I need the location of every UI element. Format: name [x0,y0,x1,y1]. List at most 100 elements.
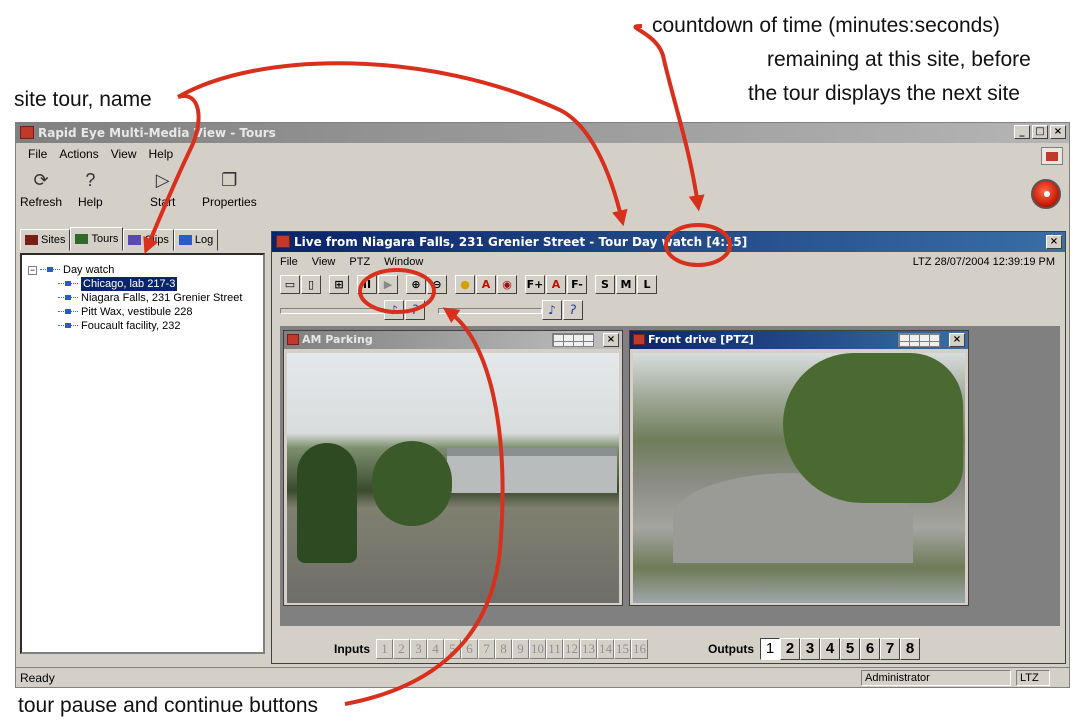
talk-icon[interactable]: ʔ [563,300,583,320]
alarm-off-icon[interactable]: A [546,275,566,294]
play-outline-icon: ▷ [155,170,170,190]
input-button[interactable]: 10 [529,639,546,659]
tree-site-node[interactable]: Niagara Falls, 231 Grenier Street [28,291,257,305]
input-button[interactable]: 3 [410,639,427,659]
live-menu-view[interactable]: View [312,254,336,270]
main-titlebar: Rapid Eye Multi-Media View - Tours _ □ × [16,123,1069,143]
frame-rate-down-button[interactable]: F- [567,275,587,294]
tree-root-label[interactable]: Day watch [63,263,114,277]
live-menu-file[interactable]: File [280,254,298,270]
input-button[interactable]: 12 [563,639,580,659]
alarm-siren-icon[interactable] [1031,179,1061,209]
input-button[interactable]: 7 [478,639,495,659]
input-button[interactable]: 14 [597,639,614,659]
annotation-countdown-3: the tour displays the next site [748,82,1020,105]
camera-toolbar-icon[interactable] [1041,147,1063,165]
collapse-icon[interactable]: − [28,265,37,275]
close-button[interactable]: × [1050,125,1066,139]
camera-pane[interactable]: AM Parking × [283,330,623,606]
main-menubar: File Actions View Help [16,144,173,164]
microphone-volume-slider[interactable] [438,308,542,314]
record-icon[interactable]: ● [455,275,475,294]
tour-continue-button[interactable]: ▶ [378,275,398,294]
tab-log[interactable]: Log [173,229,219,251]
zoom-in-icon[interactable]: ⊕ [406,275,426,294]
single-layout-icon[interactable]: ▭ [280,275,300,294]
left-tabs: Sites Tours Clips Log [20,227,265,251]
tab-tours[interactable]: Tours [70,227,124,251]
camera-pane-titlebar: Front drive [PTZ] × [630,331,968,349]
speaker-volume-slider[interactable] [280,308,384,314]
size-large-button[interactable]: L [637,275,657,294]
properties-button[interactable]: ❐ Properties [202,169,257,209]
annotation-pause-continue: tour pause and continue buttons [18,694,319,717]
size-small-button[interactable]: S [595,275,615,294]
input-button[interactable]: 6 [461,639,478,659]
output-button[interactable]: 7 [880,638,900,660]
tree-site-label[interactable]: Pitt Wax, vestibule 228 [81,305,192,319]
tab-clips[interactable]: Clips [123,229,174,251]
tour-pause-button[interactable]: II [357,275,377,294]
tree-site-label[interactable]: Foucault facility, 232 [81,319,180,333]
tree-site-label[interactable]: Chicago, lab 217-3 [81,277,178,291]
record-alarm-icon[interactable]: A [476,275,496,294]
layout-grid-icon[interactable] [552,333,594,347]
menu-view[interactable]: View [111,144,137,164]
annotation-site-tour: site tour, name [14,88,152,111]
tree-site-node[interactable]: Pitt Wax, vestibule 228 [28,305,257,319]
frame-rate-up-button[interactable]: F+ [525,275,545,294]
input-button[interactable]: 8 [495,639,512,659]
input-button[interactable]: 16 [631,639,648,659]
minimize-button[interactable]: _ [1014,125,1030,139]
input-button[interactable]: 11 [546,639,563,659]
output-button[interactable]: 8 [900,638,920,660]
live-menubar: File View PTZ Window [280,254,423,270]
tab-sites[interactable]: Sites [20,229,71,251]
status-zone: LTZ [1016,670,1050,686]
output-button[interactable]: 4 [820,638,840,660]
listen-icon[interactable]: ʔ [405,300,425,320]
microphone-icon[interactable]: ♪ [542,300,562,320]
camera-pane[interactable]: Front drive [PTZ] × [629,330,969,606]
tree-site-label[interactable]: Niagara Falls, 231 Grenier Street [81,291,242,305]
output-button[interactable]: 3 [800,638,820,660]
size-medium-button[interactable]: M [616,275,636,294]
output-button[interactable]: 2 [780,638,800,660]
zoom-out-icon[interactable]: ⊖ [427,275,447,294]
live-menu-ptz[interactable]: PTZ [349,254,370,270]
input-button[interactable]: 2 [393,639,410,659]
dual-layout-icon[interactable]: ▯ [301,275,321,294]
input-button[interactable]: 9 [512,639,529,659]
io-bar: Inputs 1 2 3 4 5 6 7 8 9 10 11 12 13 14 15 16 Outputs 1… [272,635,1065,663]
maximize-button[interactable]: □ [1032,125,1048,139]
pane-close-button[interactable]: × [949,333,965,347]
output-button[interactable]: 1 [760,638,780,660]
help-button[interactable]: ? Help [78,169,103,209]
speaker-icon[interactable]: ♪ [384,300,404,320]
start-button[interactable]: ▷ Start [150,169,175,209]
input-button[interactable]: 5 [444,639,461,659]
tree-site-node[interactable]: Chicago, lab 217-3 [28,277,257,291]
live-close-button[interactable]: × [1046,235,1062,249]
tree-site-node[interactable]: Foucault facility, 232 [28,319,257,333]
menu-actions[interactable]: Actions [59,144,98,164]
output-button[interactable]: 5 [840,638,860,660]
refresh-button[interactable]: ⟳ Refresh [20,169,62,209]
quad-layout-icon[interactable]: ⊞ [329,275,349,294]
stop-record-icon[interactable]: ◉ [497,275,517,294]
tree-root-node[interactable]: − Day watch [28,263,257,277]
input-button[interactable]: 4 [427,639,444,659]
layout-grid-icon[interactable] [898,333,940,347]
clips-icon [128,235,142,245]
input-button[interactable]: 15 [614,639,631,659]
status-text: Ready [20,671,55,685]
menu-file[interactable]: File [28,144,47,164]
menu-help[interactable]: Help [149,144,174,164]
site-node-icon [58,294,78,302]
input-button[interactable]: 1 [376,639,393,659]
live-menu-window[interactable]: Window [384,254,423,270]
pane-close-button[interactable]: × [603,333,619,347]
output-button[interactable]: 6 [860,638,880,660]
input-button[interactable]: 13 [580,639,597,659]
outputs-group: 12345678 [760,638,920,660]
